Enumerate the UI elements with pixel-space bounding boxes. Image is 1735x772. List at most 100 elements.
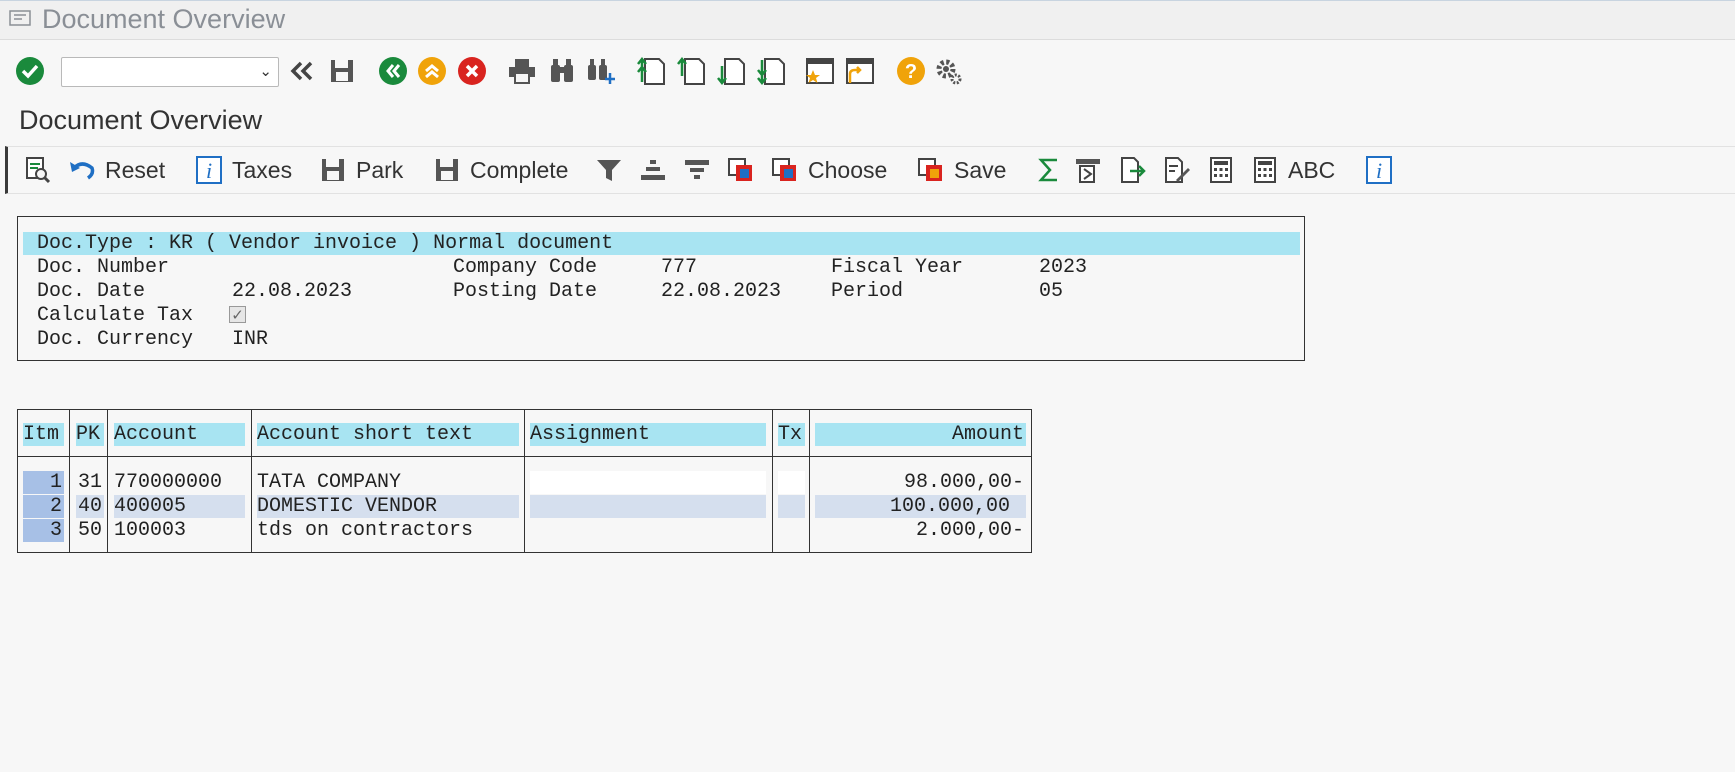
row1-account: 770000000 [114,471,223,494]
fiscal-year-label: Fiscal Year [831,256,964,279]
window-title: Document Overview [42,4,286,34]
doc-date-value: 22.08.2023 [232,280,353,303]
row3-amount: 2.000,00- [915,519,1024,542]
company-code-label: Company Code [453,256,598,279]
document-header: Doc.Type : KR ( Vendor invoice ) Normal … [17,216,1305,361]
row2-account: 400005 [114,495,245,518]
column-header-account[interactable]: Account [114,423,245,446]
column-header-itm[interactable]: Itm [23,423,64,446]
reset-button[interactable]: Reset [68,153,165,187]
info-icon: i [195,156,223,184]
save-icon [433,156,461,184]
menu-icon[interactable] [9,10,31,26]
undo-icon [68,156,96,184]
doc-number-label: Doc. Number [37,256,170,279]
title-bar: Document Overview [0,0,1735,40]
choose-button[interactable]: Choose [771,153,887,187]
export-icon [1119,156,1147,184]
export-button[interactable] [1119,153,1147,187]
row2-pk: 40 [76,495,104,518]
currency-value: INR [232,328,269,351]
row2-itm[interactable]: 2 [23,495,64,518]
line-items-table: Itm PK Account Account short text Assign… [17,409,1032,553]
posting-date-value: 22.08.2023 [661,280,782,303]
taxes-button[interactable]: i Taxes [195,153,292,187]
sort-descending-icon [683,156,711,184]
edit-icon [1163,156,1191,184]
row3-pk: 50 [77,519,102,542]
calculator-icon [1207,156,1235,184]
complete-button[interactable]: Complete [433,153,568,187]
row2-short-text: DOMESTIC VENDOR [257,495,519,518]
doc-date-label: Doc. Date [37,280,146,303]
row3-assignment[interactable] [530,519,766,542]
sum-icon [1035,156,1063,184]
command-field[interactable]: ⌄ [61,57,279,87]
svg-text:i: i [1376,158,1382,183]
document-search-icon [24,156,52,184]
row1-amount: 98.000,00- [903,471,1024,494]
row3-tx[interactable] [778,519,805,542]
row1-tx[interactable] [778,471,805,494]
filter-icon [595,156,623,184]
filter-button[interactable] [595,153,623,187]
chevron-down-icon[interactable]: ⌄ [259,62,272,80]
column-header-tx[interactable]: Tx [778,423,805,446]
posting-date-label: Posting Date [453,280,598,303]
column-header-amount[interactable]: Amount [815,423,1026,446]
layout-save-icon [917,156,945,184]
page-title: Document Overview [19,105,263,135]
company-code-value: 777 [661,256,698,279]
column-header-account-short-text[interactable]: Account short text [257,423,519,446]
subtotal-button[interactable] [1074,153,1102,187]
row2-amount: 100.000,00 [815,495,1026,518]
save-icon [319,156,347,184]
subtotal-icon [1074,156,1102,184]
row2-tx[interactable] [778,495,805,518]
doc-type-line: Doc.Type : KR ( Vendor invoice ) Normal … [37,232,614,255]
column-header-assignment[interactable]: Assignment [530,423,766,446]
sort-descending-button[interactable] [683,153,711,187]
row2-assignment[interactable] [530,495,766,518]
calc-tax-label: Calculate Tax [37,304,194,327]
application-toolbar: Reset i Taxes Park Complete Choose Save … [5,146,1735,194]
total-button[interactable] [1035,153,1063,187]
layout-icon [771,156,799,184]
checkmark-icon: ✓ [231,306,244,324]
park-button[interactable]: Park [319,153,403,187]
complete-label: Complete [470,156,569,183]
row3-account: 100003 [114,519,187,542]
row1-short-text: TATA COMPANY [257,471,402,494]
sort-ascending-icon [639,156,667,184]
reset-label: Reset [105,156,166,183]
calc-tax-checkbox[interactable]: ✓ [229,306,246,324]
sort-ascending-button[interactable] [639,153,667,187]
calculator-button[interactable] [1207,153,1235,187]
choose-label: Choose [808,156,888,183]
abc-analysis-button[interactable]: ABC [1251,153,1335,187]
row3-itm[interactable]: 3 [23,519,64,542]
document-overview-button[interactable] [24,153,52,187]
park-label: Park [356,156,404,183]
currency-label: Doc. Currency [37,328,194,351]
row1-pk: 31 [77,471,102,494]
layout-icon [727,156,755,184]
edit-document-button[interactable] [1163,153,1191,187]
fiscal-year-value: 2023 [1039,256,1088,279]
svg-text:i: i [206,158,212,183]
row1-assignment[interactable] [530,471,766,494]
taxes-label: Taxes [232,156,293,183]
row3-short-text: tds on contractors [257,519,474,542]
info-icon: i [1365,156,1393,184]
row1-itm[interactable]: 1 [23,471,64,494]
period-label: Period [831,280,904,303]
select-layout-button[interactable] [727,153,755,187]
column-header-pk[interactable]: PK [76,423,104,446]
abc-label: ABC [1288,156,1336,183]
info-button[interactable]: i [1365,153,1393,187]
calculator-icon [1251,156,1279,184]
save-label: Save [954,156,1007,183]
period-value: 05 [1039,280,1064,303]
enter-icon[interactable] [15,56,45,86]
save-layout-button[interactable]: Save [917,153,1006,187]
